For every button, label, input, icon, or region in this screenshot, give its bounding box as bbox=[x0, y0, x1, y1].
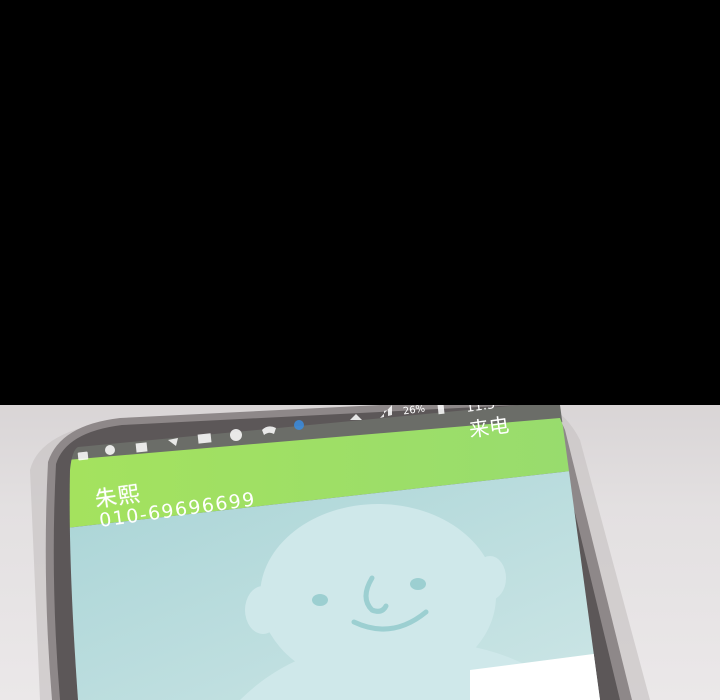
notification-icon bbox=[77, 451, 89, 461]
battery-icon bbox=[437, 405, 445, 415]
alarm-icon bbox=[105, 445, 115, 455]
phone-illustration bbox=[30, 405, 650, 700]
cloud-icon bbox=[294, 420, 304, 430]
phone: 26% 11:5 bbox=[0, 405, 720, 700]
game-icon bbox=[230, 429, 242, 441]
black-panel-top bbox=[0, 0, 720, 405]
message-icon bbox=[135, 442, 148, 453]
mail-icon bbox=[197, 433, 212, 444]
incoming-call-label: 来电 bbox=[467, 412, 511, 443]
